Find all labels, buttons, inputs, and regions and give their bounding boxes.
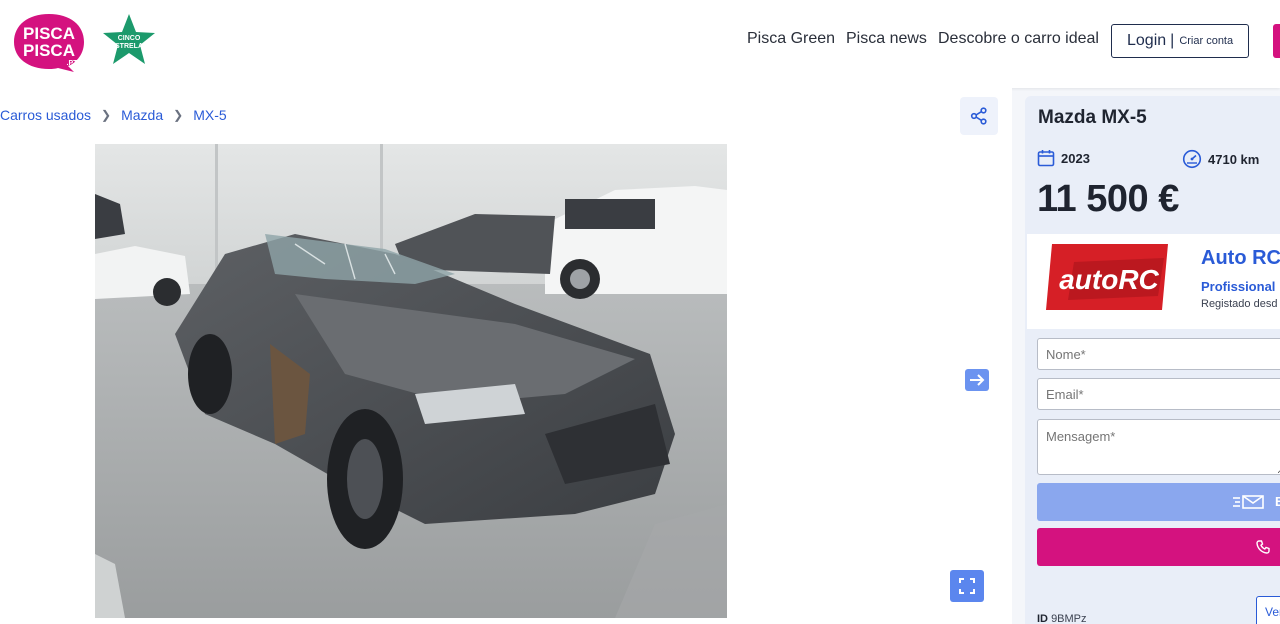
chevron-right-icon: ❯ bbox=[173, 108, 184, 122]
calendar-icon bbox=[1037, 150, 1055, 167]
svg-text:ESTRELAS: ESTRELAS bbox=[110, 43, 148, 50]
seller-registered: Registado desd bbox=[1201, 298, 1278, 310]
svg-text:autoRC: autoRC bbox=[1059, 264, 1159, 295]
seller-logo: autoRC bbox=[1046, 244, 1168, 310]
svg-text:.PT: .PT bbox=[67, 60, 79, 67]
cinco-estrelas-badge: CINCO ESTRELAS bbox=[100, 12, 158, 70]
spec-mileage: 4710 km bbox=[1182, 149, 1259, 169]
email-field[interactable] bbox=[1037, 378, 1280, 410]
spec-year: 2023 bbox=[1037, 149, 1090, 167]
fullscreen-icon bbox=[959, 578, 975, 594]
login-separator: | bbox=[1170, 32, 1175, 49]
mileage-value: 4710 km bbox=[1208, 151, 1260, 167]
call-button[interactable] bbox=[1037, 528, 1280, 566]
share-icon bbox=[970, 107, 987, 125]
listing-title: Mazda MX-5 bbox=[1038, 107, 1147, 128]
login-label: Login bbox=[1127, 32, 1167, 49]
breadcrumb-mazda[interactable]: Mazda bbox=[121, 107, 163, 123]
fullscreen-button[interactable] bbox=[950, 570, 984, 602]
seller-name[interactable]: Auto RC bbox=[1201, 247, 1280, 270]
breadcrumb-mx5[interactable]: MX-5 bbox=[193, 107, 226, 123]
nav-pisca-green[interactable]: Pisca Green bbox=[747, 30, 835, 48]
site-header: PISCA PISCA .PT CINCO ESTRELAS Pisca Gre… bbox=[0, 0, 1280, 88]
speedometer-icon bbox=[1182, 149, 1202, 169]
seller-type: Profissional bbox=[1201, 279, 1276, 294]
breadcrumb-carros-usados[interactable]: Carros usados bbox=[0, 107, 91, 123]
login-button[interactable]: Login | Criar conta bbox=[1111, 24, 1249, 58]
send-label: E bbox=[1275, 494, 1280, 509]
sell-button-edge[interactable] bbox=[1273, 24, 1280, 58]
listing-main: Carros usados ❯ Mazda ❯ MX-5 bbox=[0, 88, 1012, 624]
send-message-button[interactable]: E bbox=[1037, 483, 1280, 521]
listing-id: ID 9BMPz bbox=[1037, 613, 1087, 624]
arrow-right-icon bbox=[970, 374, 985, 386]
see-more-button[interactable]: Ver bbox=[1256, 596, 1280, 624]
signup-label: Criar conta bbox=[1179, 35, 1234, 47]
name-field[interactable] bbox=[1037, 338, 1280, 370]
svg-text:PISCA: PISCA bbox=[23, 41, 75, 60]
year-value: 2023 bbox=[1061, 150, 1090, 166]
share-button[interactable] bbox=[960, 97, 998, 135]
nav-descobre-carro-ideal[interactable]: Descobre o carro ideal bbox=[938, 30, 1099, 48]
chevron-right-icon: ❯ bbox=[101, 108, 112, 122]
svg-text:CINCO: CINCO bbox=[118, 35, 141, 42]
phone-icon bbox=[1256, 540, 1270, 554]
breadcrumb: Carros usados ❯ Mazda ❯ MX-5 bbox=[0, 107, 227, 123]
send-mail-icon bbox=[1233, 495, 1264, 509]
listing-id-label: ID bbox=[1037, 613, 1048, 624]
next-photo-button[interactable] bbox=[965, 369, 989, 391]
piscapisca-logo[interactable]: PISCA PISCA .PT bbox=[12, 12, 86, 74]
price: 11 500 € bbox=[1037, 178, 1179, 220]
message-field[interactable] bbox=[1037, 419, 1280, 475]
listing-id-value: 9BMPz bbox=[1051, 613, 1087, 624]
car-photo[interactable] bbox=[95, 144, 727, 618]
nav-pisca-news[interactable]: Pisca news bbox=[846, 30, 927, 48]
seller-card[interactable]: autoRC Auto RC Profissional Registado de… bbox=[1027, 234, 1280, 329]
